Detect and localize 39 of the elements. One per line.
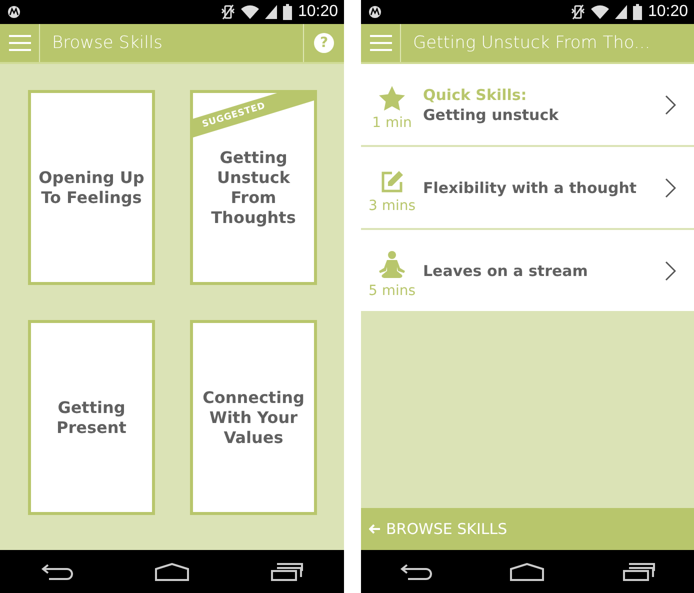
duration-text: 1 min (372, 115, 412, 131)
menu-icon (370, 35, 392, 51)
skill-card[interactable]: Getting Present (28, 320, 155, 515)
menu-icon (8, 35, 30, 51)
chevron-right-icon[interactable] (665, 260, 676, 280)
home-icon[interactable] (155, 562, 189, 580)
vibrate-off-icon (220, 4, 235, 20)
skill-title: Leaves on a stream (423, 262, 589, 280)
screen-title: Browse Skills (51, 32, 164, 55)
arrow-left-icon (369, 524, 380, 534)
home-icon[interactable] (510, 562, 544, 580)
battery-icon (282, 4, 292, 20)
battery-icon (632, 4, 642, 20)
duration-text: 3 mins (368, 198, 416, 214)
screen-title: Getting Unstuck From Tho... (412, 32, 652, 55)
recent-apps-icon[interactable] (271, 562, 303, 580)
wifi-icon (590, 5, 609, 19)
signal-icon (614, 5, 627, 19)
star-icon (379, 86, 405, 111)
chevron-right-icon[interactable] (665, 94, 676, 114)
seated-figure-icon (377, 250, 407, 278)
category-label: Quick Skills: (423, 86, 528, 104)
clock-time: 10:20 (648, 3, 688, 21)
chevron-right-icon[interactable] (665, 178, 676, 198)
logo-icon (8, 6, 20, 18)
wifi-icon (240, 5, 259, 19)
edit-icon (380, 170, 404, 194)
logo-icon (369, 6, 381, 18)
back-icon[interactable] (41, 562, 73, 580)
clock-time: 10:20 (298, 3, 338, 21)
recent-apps-icon[interactable] (622, 562, 655, 580)
skill-title: Getting unstuck (423, 106, 560, 124)
back-icon[interactable] (400, 562, 432, 580)
skill-title: Flexibility with a thought (423, 178, 638, 196)
skill-card[interactable]: Connecting With Your Values (190, 320, 317, 515)
duration-text: 5 mins (368, 282, 416, 298)
vibrate-off-icon (570, 4, 585, 20)
skill-card[interactable]: Opening Up To Feelings (28, 90, 155, 285)
signal-icon (264, 5, 277, 19)
